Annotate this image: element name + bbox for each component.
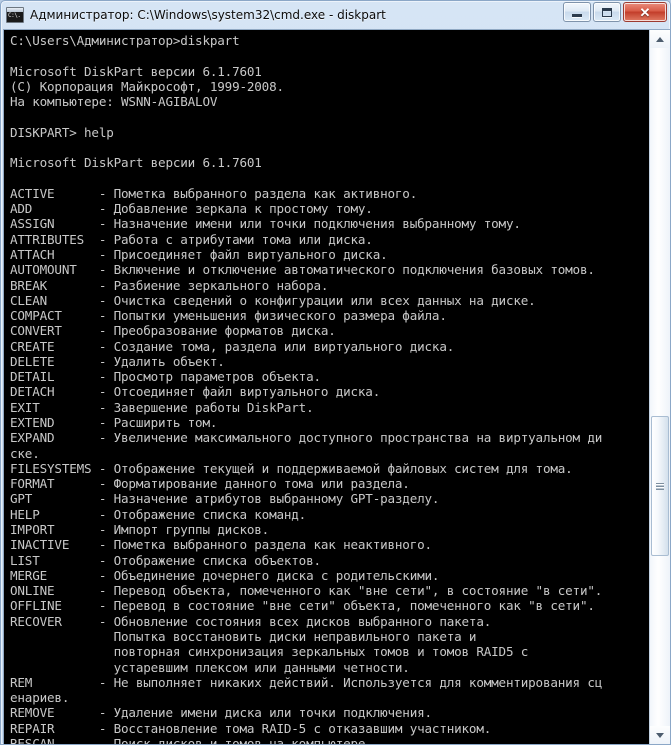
cmd-console-icon: C:\. xyxy=(6,6,24,23)
console-text: C:\Users\Администратор>diskpart Microsof… xyxy=(10,33,603,744)
close-button[interactable]: ✕ xyxy=(623,2,667,22)
console-client-area: C:\Users\Администратор>diskpart Microsof… xyxy=(3,29,670,744)
close-icon: ✕ xyxy=(639,4,651,20)
window-title: Администратор: C:\Windows\system32\cmd.e… xyxy=(30,7,386,22)
caption-buttons: ✕ xyxy=(563,2,667,22)
minimize-icon xyxy=(572,13,582,17)
cmd-window: C:\. Администратор: C:\Windows\system32\… xyxy=(0,0,671,745)
scrollbar-grip-icon xyxy=(656,482,664,490)
chevron-down-icon xyxy=(656,732,664,738)
scrollbar-thumb[interactable] xyxy=(651,416,669,556)
minimize-button[interactable] xyxy=(563,2,591,22)
title-bar[interactable]: C:\. Администратор: C:\Windows\system32\… xyxy=(1,1,670,28)
icon-prompt-glyph: C:\. xyxy=(8,11,21,19)
console-output-pane[interactable]: C:\Users\Администратор>diskpart Microsof… xyxy=(4,30,649,744)
maximize-icon xyxy=(602,7,612,17)
scroll-up-button[interactable] xyxy=(650,30,670,48)
maximize-button[interactable] xyxy=(593,2,621,22)
chevron-up-icon xyxy=(656,36,664,42)
vertical-scrollbar[interactable] xyxy=(649,30,670,744)
scroll-down-button[interactable] xyxy=(650,726,670,744)
